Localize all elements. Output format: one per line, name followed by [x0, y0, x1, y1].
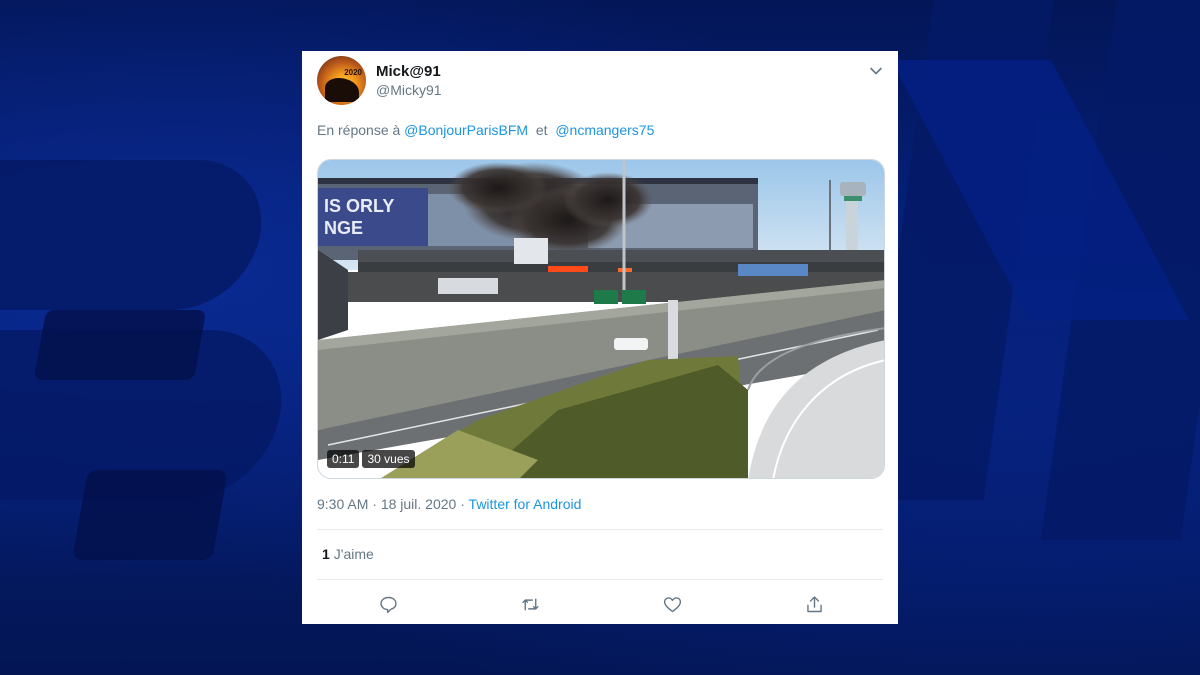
share-button[interactable] — [801, 592, 827, 616]
reply-button[interactable] — [375, 592, 401, 616]
video-info: 0:11 30 vues — [327, 450, 415, 468]
likes-stat[interactable]: 1 J'aime — [322, 546, 374, 562]
retweet-icon — [521, 598, 539, 610]
tweet-date[interactable]: 18 juil. 2020 — [381, 496, 457, 512]
terminal-sign-text: IS ORLY — [324, 196, 394, 216]
tweet-time[interactable]: 9:30 AM — [317, 496, 368, 512]
divider — [317, 529, 883, 530]
mention-link[interactable]: @BonjourParisBFM — [404, 122, 528, 138]
share-icon — [806, 595, 822, 612]
retweet-button[interactable] — [517, 592, 543, 616]
comment-icon — [379, 596, 397, 613]
reply-joiner: et — [528, 122, 556, 138]
divider — [317, 579, 883, 580]
like-button[interactable] — [659, 592, 685, 616]
video-player[interactable]: IS ORLY NGE 0:11 30 vues — [317, 159, 885, 479]
avatar[interactable]: 2020 — [317, 56, 366, 105]
likes-count: 1 — [322, 546, 330, 562]
tweet-timestamp: 9:30 AM · 18 juil. 2020 · Twitter for An… — [317, 496, 581, 512]
display-name[interactable]: Mick@91 — [376, 63, 441, 80]
background-logo-shape — [33, 310, 207, 380]
user-handle[interactable]: @Micky91 — [376, 82, 442, 98]
heart-icon — [663, 596, 681, 612]
meta-separator: · — [456, 496, 469, 512]
terminal-sign-text-2: NGE — [324, 218, 363, 238]
reply-context: En réponse à @BonjourParisBFM et @ncmang… — [317, 122, 654, 138]
meta-separator: · — [368, 496, 381, 512]
video-views: 30 vues — [362, 450, 415, 468]
reply-prefix: En réponse à — [317, 122, 405, 138]
mention-link[interactable]: @ncmangers75 — [555, 122, 654, 138]
video-duration: 0:11 — [327, 450, 360, 468]
video-thumbnail: IS ORLY NGE — [318, 160, 884, 478]
chevron-down-icon[interactable] — [868, 63, 884, 79]
tweet-card: 2020 Mick@91 @Micky91 En réponse à @Bonj… — [302, 51, 898, 624]
likes-label: J'aime — [333, 546, 374, 562]
avatar-year-text: 2020 — [344, 68, 362, 77]
avatar-silhouette — [325, 78, 359, 102]
tweet-source-link[interactable]: Twitter for Android — [469, 496, 582, 512]
background-logo-shape — [72, 470, 228, 560]
